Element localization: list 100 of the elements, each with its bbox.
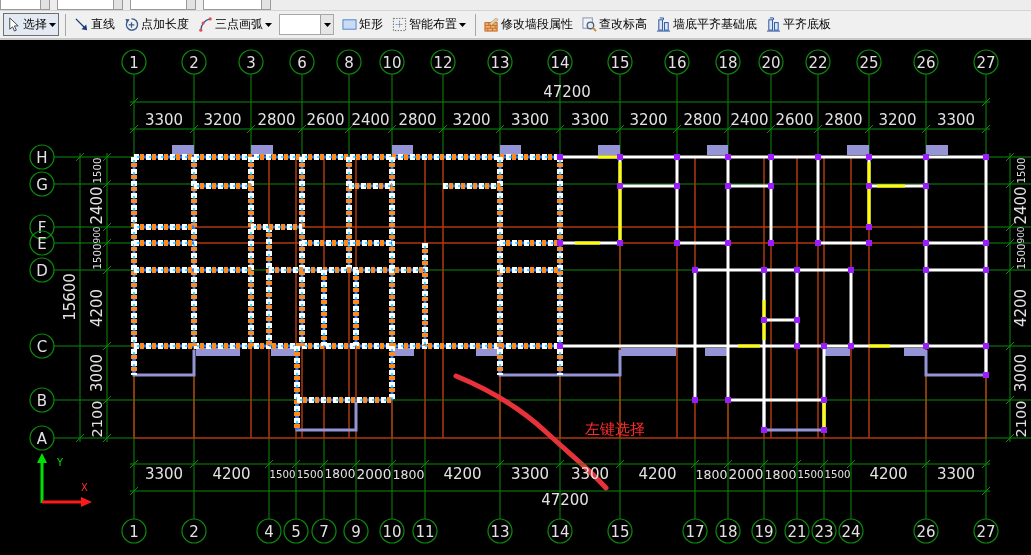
dimension-text: 3300: [936, 111, 976, 130]
elevation-button[interactable]: 查改标高: [579, 13, 650, 36]
dimension-text: 3200: [452, 111, 491, 130]
dimension-text: 3300: [144, 111, 184, 130]
dropdown-field[interactable]: [57, 0, 123, 10]
axis-bubble: 7: [311, 518, 337, 544]
magnifier-icon: [582, 17, 597, 32]
rectangle-button[interactable]: 矩形: [339, 13, 386, 36]
dimension-text: 3200: [629, 111, 668, 130]
axis-bubble: 13: [487, 518, 513, 544]
dotted-square-icon: [392, 17, 407, 32]
axis-bubble: 27: [973, 518, 999, 544]
align-slab-button[interactable]: 平齐底板: [763, 13, 834, 36]
dimension-text: 3000: [1012, 353, 1031, 393]
building-icon: [656, 17, 671, 32]
axis-bubble: 26: [913, 49, 939, 75]
dropdown-field[interactable]: [0, 0, 50, 10]
axis-bubble: 2: [181, 518, 207, 544]
dimension-text: 2400: [1012, 186, 1031, 225]
dimension-text: 2600: [775, 111, 814, 130]
axis-bubble: 19: [751, 518, 777, 544]
dimension-text: 3300: [936, 465, 976, 484]
smart-layout-button[interactable]: 智能布置: [389, 13, 469, 36]
dimension-text: 2400: [88, 186, 107, 225]
dimension-text: 2100: [89, 400, 106, 438]
y-axis-label: Y: [57, 457, 64, 468]
line-button[interactable]: 直线: [71, 13, 118, 36]
dimension-text: 4200: [638, 465, 677, 484]
dropdown-field[interactable]: [130, 0, 196, 10]
brick-wall-icon: [484, 17, 499, 32]
axis-bubble: 16: [664, 49, 690, 75]
dimension-text: 1800: [695, 466, 728, 482]
axis-bubble: D: [29, 257, 55, 283]
dimension-text: 1500: [1015, 157, 1027, 184]
axis-bubble: 8: [336, 49, 362, 75]
dropdown-field[interactable]: [279, 14, 334, 35]
select-button[interactable]: 选择: [3, 13, 59, 36]
x-axis-arrow: [42, 497, 92, 507]
line-icon: [74, 17, 89, 32]
x-axis-label: X: [81, 482, 88, 493]
axis-bubble: 22: [805, 49, 831, 75]
dimension-text: 900: [1016, 226, 1027, 244]
dimension-text: 2800: [683, 111, 722, 130]
rectangle-icon: [342, 17, 357, 32]
edit-wall-button[interactable]: 修改墙段属性: [481, 13, 576, 36]
dimension-text: 4200: [1012, 288, 1031, 328]
dimension-text: 3200: [878, 111, 917, 130]
axis-bubble: 21: [784, 518, 810, 544]
axis-bubble: 4: [256, 518, 282, 544]
dimension-text: 2400: [351, 111, 390, 130]
caret-icon: [323, 22, 331, 27]
axis-bubble: C: [29, 333, 55, 359]
dimension-text: 3000: [88, 353, 107, 393]
axis-bubble: 1: [121, 518, 147, 544]
axis-bubble: 23: [811, 518, 837, 544]
axis-bubble: 15: [607, 518, 633, 544]
axis-bubble: 6: [289, 49, 315, 75]
dimension-text: 1500: [1015, 243, 1027, 270]
dimension-text: 4200: [869, 465, 908, 484]
axis-bubble: 15: [607, 49, 633, 75]
building-icon: [766, 17, 781, 32]
dimension-text: 2000: [728, 465, 764, 482]
dimension-text: 1500: [91, 157, 103, 184]
axis-bubble: 1: [121, 49, 147, 75]
total-dimension-text: 47200: [541, 491, 589, 510]
axis-bubble: G: [29, 171, 55, 197]
arc-button[interactable]: 三点画弧: [195, 13, 275, 36]
axis-bubble: 12: [430, 49, 456, 75]
dimension-text: 3200: [203, 111, 242, 130]
align-foundation-button[interactable]: 墙底平齐基础底: [653, 13, 760, 36]
y-axis-arrow: [37, 453, 47, 503]
dimension-text: 1800: [324, 467, 356, 482]
axis-bubble: B: [29, 387, 55, 413]
dropdown-field[interactable]: [203, 0, 271, 10]
axis-bubble: 17: [682, 518, 708, 544]
axis-bubble: 26: [913, 518, 939, 544]
axis-bubble: H: [29, 144, 55, 170]
dimension-text: 2800: [398, 111, 437, 130]
dimension-text: 1500: [824, 468, 851, 480]
axis-bubble: 10: [379, 49, 405, 75]
axis-bubble: 14: [547, 49, 573, 75]
axis-bubble: 18: [715, 49, 741, 75]
total-dimension-text: 47200: [543, 83, 591, 102]
dimension-text: 4200: [443, 465, 482, 484]
arc-icon: [198, 17, 213, 32]
axis-bubble: 5: [283, 518, 309, 544]
axis-bubble: 24: [838, 518, 864, 544]
dimension-text: 1500: [91, 243, 103, 270]
cursor-icon: [6, 17, 21, 32]
axis-bubble: 20: [758, 49, 784, 75]
axis-bubble: 10: [379, 518, 405, 544]
axis-bubble: 2: [181, 49, 207, 75]
point-length-button[interactable]: 点加长度: [121, 13, 192, 36]
axis-bubble: 13: [487, 49, 513, 75]
dimension-text: 2400: [730, 111, 769, 130]
dimension-text: 900: [92, 226, 103, 244]
dimension-text: 3300: [510, 111, 550, 130]
total-dimension-text: 15600: [61, 273, 80, 321]
circular-arrow-icon: [124, 17, 139, 32]
dimension-text: 2800: [824, 111, 863, 130]
